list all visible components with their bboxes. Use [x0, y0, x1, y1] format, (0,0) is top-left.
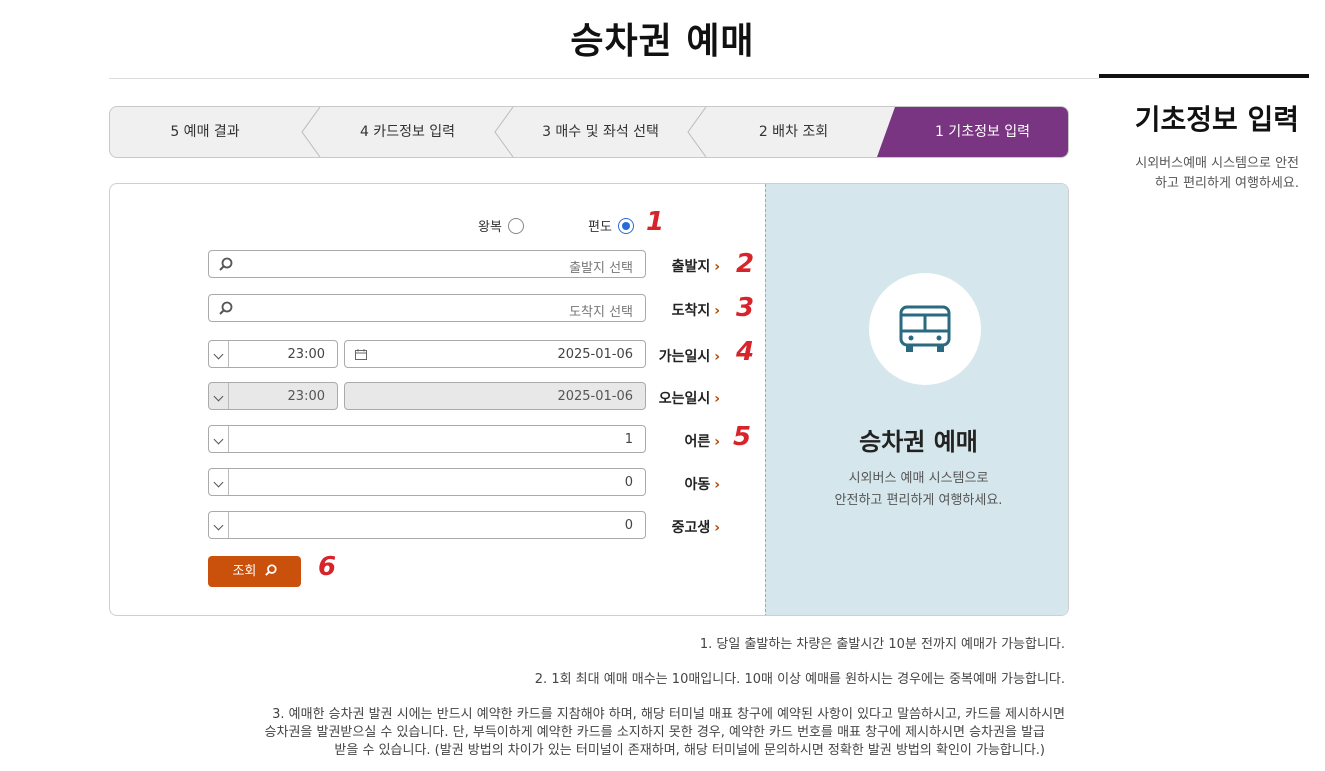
go-date-input[interactable]: 2025-01-06	[344, 340, 646, 368]
child-count-select[interactable]: 0	[208, 468, 646, 496]
step-separator	[301, 107, 321, 157]
child-label: 아동 ›	[684, 477, 720, 493]
note-3-line-1: 3. 예매한 승차권 발권 시에는 반드시 예약한 카드를 지참해야 하며, 해…	[272, 707, 1065, 722]
adult-label-text: 어른	[684, 434, 711, 450]
step-progress: 5 예매 결과 4 카드정보 입력 3 매수 및 좌석 선택 2 배차 조회 1…	[109, 106, 1069, 158]
teen-count-select[interactable]: 0	[208, 511, 646, 539]
search-button[interactable]: 조회	[208, 556, 301, 587]
chevron-down-icon	[209, 469, 229, 495]
arrival-input[interactable]: 도착지 선택	[208, 294, 646, 322]
side-title: 기초정보 입력	[1134, 103, 1299, 136]
marker-5: 5	[733, 422, 752, 452]
side-description: 시외버스예매 시스템으로 안전 하고 편리하게 여행하세요.	[1099, 154, 1309, 194]
return-time-value: 23:00	[287, 389, 325, 404]
search-button-label: 조회	[232, 564, 257, 579]
step-5: 5 예매 결과	[170, 124, 240, 140]
return-date-input: 2025-01-06	[344, 382, 646, 410]
teen-label: 중고생 ›	[671, 520, 720, 536]
side-desc-line: 시외버스예매 시스템으로 안전	[1135, 156, 1299, 171]
return-date-value: 2025-01-06	[557, 389, 633, 404]
search-icon	[264, 564, 277, 576]
step-2: 2 배차 조회	[758, 124, 829, 140]
radio-one-way-dot[interactable]	[617, 217, 634, 234]
side-accent-bar	[1099, 74, 1309, 78]
bus-icon-circle	[869, 273, 981, 385]
step-separator	[687, 107, 707, 157]
marker-6: 6	[318, 552, 337, 582]
arrival-label: 도착지 ›	[671, 303, 720, 319]
bus-icon	[899, 305, 951, 352]
go-datetime-label: 가는일시 ›	[658, 349, 720, 365]
adult-count-select[interactable]: 1	[208, 425, 646, 453]
step-4: 4 카드정보 입력	[359, 124, 456, 140]
marker-1: 1	[646, 207, 665, 237]
side-desc-line: 하고 편리하게 여행하세요.	[1155, 176, 1299, 191]
marker-2: 2	[736, 249, 755, 279]
adult-label: 어른 ›	[684, 434, 720, 450]
info-panel: 승차권 예매 시외버스 예매 시스템으로 안전하고 편리하게 여행하세요.	[765, 184, 1068, 615]
radio-round-trip-label: 왕복	[478, 220, 502, 235]
departure-label-text: 출발지	[671, 259, 711, 275]
note-1: 1. 당일 출발하는 차량은 출발시간 10분 전까지 예매가 가능합니다.	[699, 637, 1065, 652]
step-1: 1 기초정보 입력	[934, 124, 1031, 140]
radio-one-way-label: 편도	[588, 220, 612, 235]
arrival-placeholder: 도착지 선택	[569, 305, 633, 320]
info-desc-line: 안전하고 편리하게 여행하세요.	[834, 493, 1003, 508]
go-time-select[interactable]: 23:00	[208, 340, 338, 368]
radio-round-trip-dot[interactable]	[507, 217, 524, 234]
calendar-icon	[355, 349, 367, 360]
info-desc-line: 시외버스 예매 시스템으로	[848, 471, 989, 486]
return-datetime-label: 오는일시 ›	[658, 391, 720, 407]
teen-label-text: 중고생	[671, 520, 711, 536]
return-time-select: 23:00	[208, 382, 338, 410]
step-separator	[494, 107, 514, 157]
go-datetime-label-text: 가는일시	[658, 349, 711, 365]
search-icon	[219, 301, 233, 315]
info-panel-description: 시외버스 예매 시스템으로 안전하고 편리하게 여행하세요.	[766, 468, 1068, 512]
chevron-down-icon	[209, 426, 229, 452]
arrival-label-text: 도착지	[671, 303, 711, 319]
chevron-down-icon	[209, 383, 229, 409]
go-date-value: 2025-01-06	[557, 347, 633, 362]
title-divider	[109, 78, 1099, 79]
step-3: 3 매수 및 좌석 선택	[542, 124, 659, 140]
search-icon	[219, 257, 233, 271]
info-panel-title: 승차권 예매	[859, 428, 978, 456]
radio-round-trip[interactable]: 왕복	[478, 216, 524, 235]
radio-one-way[interactable]: 편도	[588, 216, 634, 235]
note-3-line-2: 승차권을 발권받으실 수 있습니다. 단, 부득이하게 예약한 카드를 소지하지…	[264, 725, 1045, 740]
departure-placeholder: 출발지 선택	[569, 261, 633, 276]
page-title: 승차권 예매	[570, 21, 755, 62]
return-datetime-label-text: 오는일시	[658, 391, 711, 407]
note-2: 2. 1회 최대 예매 매수는 10매입니다. 10매 이상 예매를 원하시는 …	[534, 672, 1065, 687]
side-info: 기초정보 입력 시외버스예매 시스템으로 안전 하고 편리하게 여행하세요.	[1099, 74, 1309, 194]
go-time-value: 23:00	[287, 347, 325, 362]
marker-4: 4	[736, 337, 755, 367]
child-label-text: 아동	[684, 477, 711, 493]
chevron-down-icon	[209, 512, 229, 538]
departure-label: 출발지 ›	[671, 259, 720, 275]
note-3-line-3: 받을 수 있습니다. (발권 방법의 차이가 있는 터미널이 존재하며, 해당 …	[334, 743, 1045, 758]
marker-3: 3	[736, 293, 755, 323]
departure-input[interactable]: 출발지 선택	[208, 250, 646, 278]
chevron-down-icon	[209, 341, 229, 367]
